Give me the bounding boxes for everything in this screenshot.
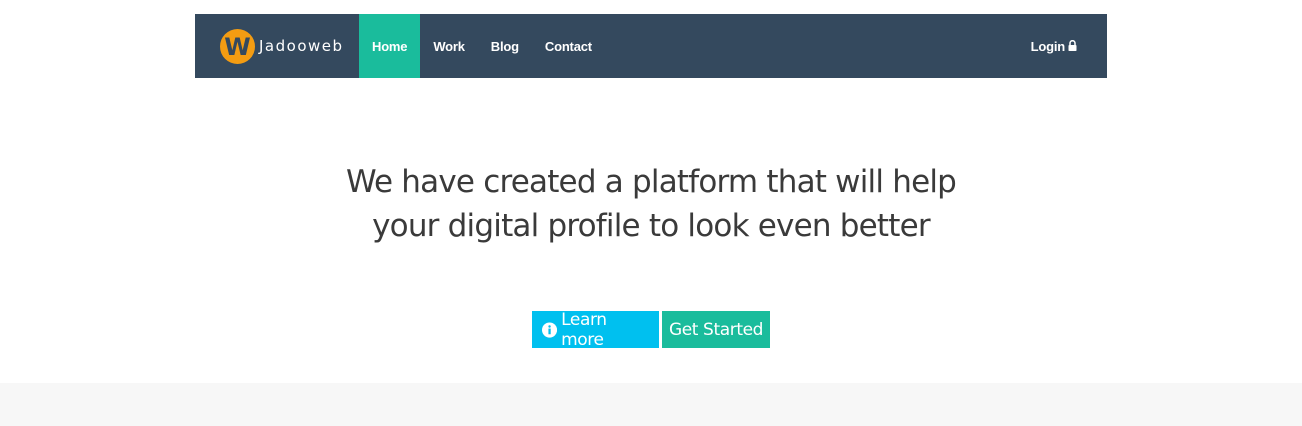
nav-right: Login bbox=[1031, 14, 1107, 78]
nav-item-blog[interactable]: Blog bbox=[478, 14, 532, 78]
brand-logo-letter: W bbox=[224, 33, 251, 61]
footer-band bbox=[0, 383, 1302, 426]
login-link[interactable]: Login bbox=[1031, 39, 1077, 54]
hero-headline: We have created a platform that will hel… bbox=[0, 160, 1302, 248]
nav-item-home[interactable]: Home bbox=[359, 14, 421, 78]
top-navbar: W Jadooweb Home Work Blog Contact Login bbox=[195, 14, 1107, 78]
info-circle-icon bbox=[542, 321, 558, 338]
login-label: Login bbox=[1030, 38, 1066, 54]
hero-line-1: We have created a platform that will hel… bbox=[345, 164, 957, 200]
hero-line-2: your digital profile to look even better bbox=[372, 208, 931, 244]
nav-item-contact[interactable]: Contact bbox=[532, 14, 605, 78]
nav-item-work[interactable]: Work bbox=[420, 14, 477, 78]
nav-menu: Home Work Blog Contact bbox=[359, 14, 605, 78]
lock-icon bbox=[1068, 39, 1077, 51]
learn-more-button[interactable]: Learn more bbox=[532, 309, 659, 350]
brand[interactable]: W Jadooweb bbox=[195, 14, 359, 78]
get-started-button[interactable]: Get Started bbox=[662, 311, 770, 348]
brand-name: Jadooweb bbox=[259, 37, 344, 55]
hero-buttons: Learn more Get Started bbox=[0, 309, 1302, 350]
brand-logo: W bbox=[220, 28, 255, 64]
learn-more-label: Learn more bbox=[561, 309, 607, 350]
